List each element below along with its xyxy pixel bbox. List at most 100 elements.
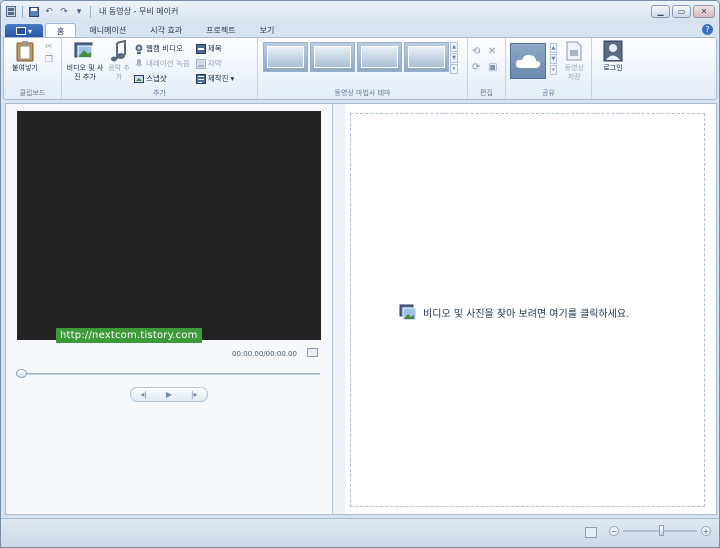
storyboard-message[interactable]: 비디오 및 사진을 찾아 보려면 여기를 클릭하세요.: [399, 304, 629, 321]
microphone-icon: [134, 58, 144, 69]
add-music-label: 음악 추가: [108, 64, 130, 81]
status-bar: − +: [1, 518, 719, 547]
theme-thumb-4[interactable]: [404, 42, 449, 72]
paste-button[interactable]: 붙여넣기: [8, 40, 42, 73]
seek-bar[interactable]: [16, 373, 320, 375]
tab-visual-effects[interactable]: 시각 효과: [139, 23, 193, 38]
caption-label: 자막: [207, 59, 222, 68]
seek-thumb[interactable]: [16, 369, 27, 378]
zoom-in-button[interactable]: +: [701, 526, 711, 536]
credits-dropdown-icon[interactable]: ▾: [231, 74, 235, 83]
rotate-right-icon[interactable]: ⟳: [472, 62, 484, 73]
share-more-icon[interactable]: ▾: [549, 65, 558, 75]
app-menu-arrow: ▾: [27, 26, 32, 36]
previous-frame-button[interactable]: ◂|: [140, 390, 147, 399]
preview-pane: http://nextcom.tistory.com 00:00.00/00:0…: [6, 104, 333, 514]
save-icon[interactable]: [28, 6, 40, 18]
add-media-icon: [399, 304, 417, 321]
theme-thumb-3[interactable]: [357, 42, 402, 72]
credits-button[interactable]: 제작진 ▾: [195, 72, 235, 85]
app-icon: [5, 6, 17, 18]
theme-thumb-1[interactable]: [263, 42, 308, 72]
webcam-video-label: 웹캠 비디오: [146, 44, 183, 53]
theme-preview: [314, 46, 351, 68]
caption-button[interactable]: 자막: [195, 57, 234, 70]
share-up-icon[interactable]: ▲: [549, 43, 558, 53]
clipboard-group: 붙여넣기 ✂ ❐ 클립보드: [4, 38, 62, 99]
theme-thumb-2[interactable]: [310, 42, 355, 72]
editing-group-label: 편집: [480, 89, 493, 97]
record-narration-button[interactable]: 내레이션 녹음: [134, 57, 190, 70]
gallery-more-icon[interactable]: ▾: [450, 64, 458, 74]
gallery-down-icon[interactable]: ▼: [450, 53, 458, 63]
preview-monitor[interactable]: [17, 111, 321, 340]
next-frame-button[interactable]: |▸: [191, 390, 198, 399]
record-narration-label: 내레이션 녹음: [146, 59, 190, 68]
tab-animation[interactable]: 애니메이션: [78, 23, 137, 38]
storyboard-drop-area[interactable]: 비디오 및 사진을 찾아 보려면 여기를 클릭하세요.: [350, 113, 705, 507]
add-group-label: 추가: [153, 89, 166, 97]
snapshot-label: 스냅샷: [146, 74, 167, 83]
zoom-out-button[interactable]: −: [609, 526, 619, 536]
full-screen-preview-button[interactable]: [307, 348, 318, 357]
tab-view[interactable]: 보기: [249, 23, 286, 38]
snapshot-button[interactable]: 스냅샷: [134, 72, 190, 85]
theme-preview: [361, 46, 398, 68]
copy-icon[interactable]: ❐: [45, 55, 53, 65]
remove-icon[interactable]: ✕: [488, 46, 500, 57]
cloud-icon: [515, 54, 540, 68]
cut-icon[interactable]: ✂: [45, 42, 53, 52]
undo-icon[interactable]: ↶: [43, 6, 55, 18]
ribbon-tabs: ▾ 홈 애니메이션 시각 효과 프로젝트 보기 ?: [1, 22, 719, 38]
playback-time: 00:00.00/00:00.00: [232, 350, 297, 358]
webcam-video-button[interactable]: 웹캠 비디오: [134, 42, 190, 55]
add-music-button[interactable]: 음악 추가: [106, 40, 132, 85]
ribbon: 붙여넣기 ✂ ❐ 클립보드 비디오 및 사진 추가 음악 추가 웹캠 비디오 내…: [3, 37, 717, 100]
storyboard-pane: 비디오 및 사진을 찾아 보려면 여기를 클릭하세요.: [345, 104, 716, 514]
gallery-up-icon[interactable]: ▲: [450, 42, 458, 52]
storyboard-view-icon[interactable]: [585, 527, 597, 538]
autotheme-group: ▲ ▼ ▾ 동영상 마법사 테마: [258, 38, 468, 99]
save-movie-icon: [563, 40, 585, 62]
theme-preview: [267, 46, 304, 68]
credits-icon: [195, 73, 206, 84]
storyboard-message-text: 비디오 및 사진을 찾아 보려면 여기를 클릭하세요.: [423, 309, 630, 320]
clipboard-group-label: 클립보드: [19, 89, 46, 97]
play-button[interactable]: ▶: [166, 390, 172, 399]
workspace: http://nextcom.tistory.com 00:00.00/00:0…: [5, 103, 717, 515]
editing-group: ⟲ ✕ ⟳ ▣ 편집: [468, 38, 506, 99]
customize-toolbar-icon[interactable]: ▾: [73, 6, 85, 18]
caption-icon: [195, 58, 206, 69]
save-movie-label: 동영상 저장: [564, 64, 584, 81]
window-title: 내 동영상 - 무비 메이커: [99, 7, 179, 16]
tab-home[interactable]: 홈: [45, 23, 77, 38]
signin-icon: [602, 40, 624, 62]
share-down-icon[interactable]: ▼: [549, 54, 558, 64]
minimize-button[interactable]: ▁: [651, 5, 670, 18]
maximize-button[interactable]: ▭: [672, 5, 691, 18]
redo-icon[interactable]: ↷: [58, 6, 70, 18]
signin-label: 로그인: [603, 64, 623, 72]
tab-project[interactable]: 프로젝트: [195, 23, 246, 38]
add-videos-photos-button[interactable]: 비디오 및 사진 추가: [66, 40, 104, 85]
help-icon[interactable]: ?: [702, 24, 713, 35]
toolbar-separator: [22, 5, 23, 18]
signin-button[interactable]: 로그인: [596, 40, 630, 73]
playback-controls: ◂| ▶ |▸: [130, 387, 208, 402]
pane-splitter[interactable]: [333, 104, 345, 514]
app-menu-button[interactable]: ▾: [5, 24, 43, 38]
watermark-text: http://nextcom.tistory.com: [56, 328, 202, 343]
title-icon: [195, 43, 206, 54]
title-button[interactable]: 제목: [195, 42, 234, 55]
zoom-slider[interactable]: [623, 525, 697, 536]
quick-access-toolbar: ↶ ↷ ▾: [1, 5, 93, 18]
window-controls: ▁ ▭ ✕: [651, 5, 715, 18]
theme-preview: [408, 46, 445, 68]
close-button[interactable]: ✕: [693, 5, 715, 18]
zoom-slider-thumb[interactable]: [659, 525, 664, 536]
paste-icon: [14, 40, 36, 62]
rotate-left-icon[interactable]: ⟲: [472, 46, 484, 57]
autotheme-group-label: 동영상 마법사 테마: [334, 89, 391, 97]
share-cloud-button[interactable]: [510, 43, 546, 79]
select-all-icon[interactable]: ▣: [488, 62, 500, 73]
